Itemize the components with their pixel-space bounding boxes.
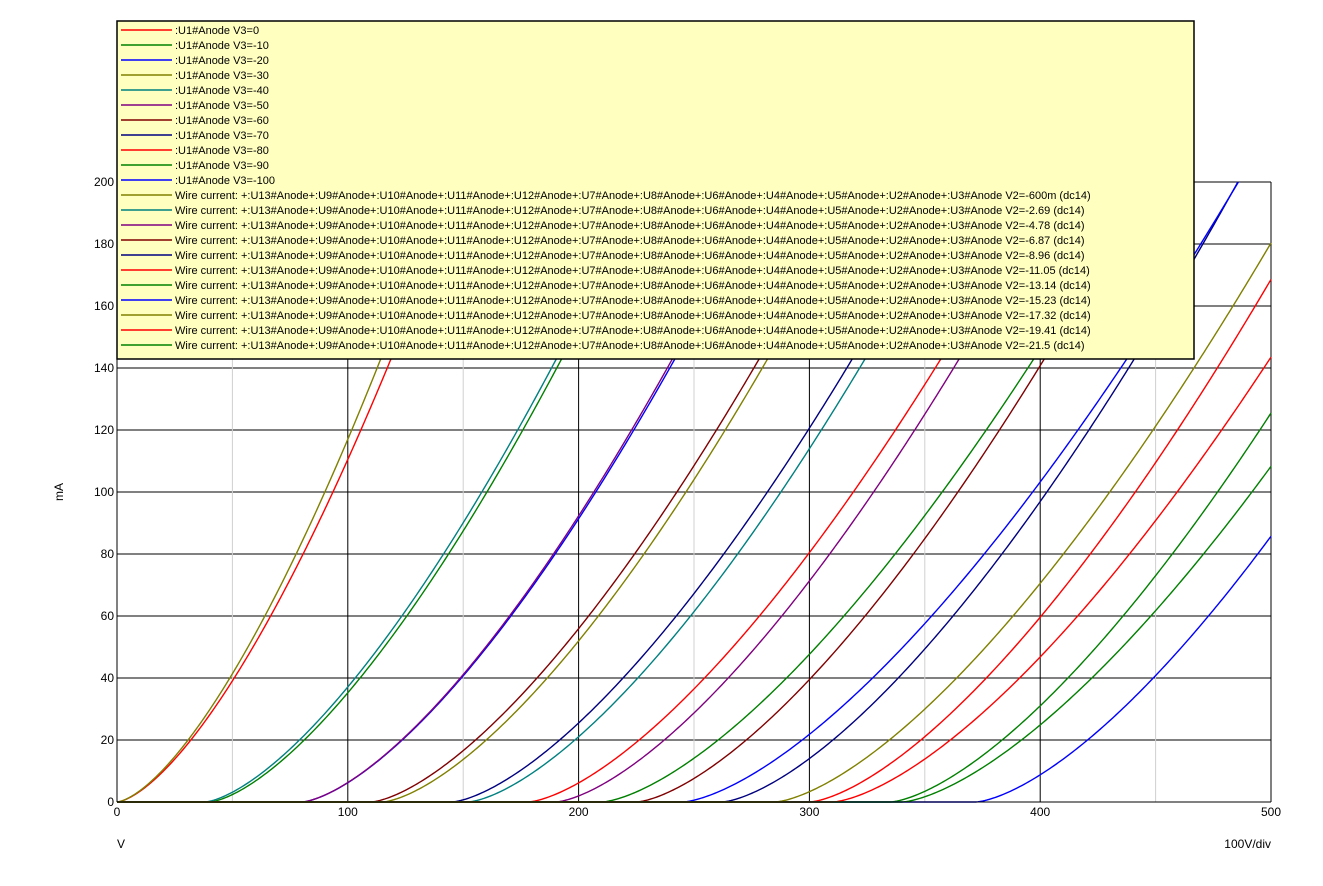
x-axis-label: V [117, 837, 125, 851]
legend-entry-13: Wire current: +:U13#Anode+:U9#Anode+:U10… [175, 220, 1085, 232]
legend-entry-12: Wire current: +:U13#Anode+:U9#Anode+:U10… [175, 205, 1085, 217]
legend-entry-11: Wire current: +:U13#Anode+:U9#Anode+:U10… [175, 190, 1091, 202]
legend-entry-2: :U1#Anode V3=-20 [175, 55, 269, 67]
legend-entry-18: Wire current: +:U13#Anode+:U9#Anode+:U10… [175, 295, 1091, 307]
x-tick-label-100: 100 [338, 805, 358, 819]
x-tick-label-500: 500 [1261, 805, 1281, 819]
y-axis-label: mA [52, 483, 66, 501]
legend-entry-3: :U1#Anode V3=-30 [175, 70, 269, 82]
y-tick-label-120: 120 [94, 423, 114, 437]
y-tick-label-140: 140 [94, 361, 114, 375]
y-tick-label-60: 60 [101, 609, 115, 623]
y-tick-label-20: 20 [101, 733, 115, 747]
legend-entry-0: :U1#Anode V3=0 [175, 25, 259, 37]
y-tick-label-100: 100 [94, 485, 114, 499]
x-tick-label-200: 200 [569, 805, 589, 819]
legend-entry-16: Wire current: +:U13#Anode+:U9#Anode+:U10… [175, 265, 1090, 277]
x-tick-label-300: 300 [799, 805, 819, 819]
x-tick-label-0: 0 [114, 805, 121, 819]
y-tick-label-80: 80 [101, 547, 115, 561]
y-tick-label-40: 40 [101, 671, 115, 685]
y-tick-label-0: 0 [107, 795, 114, 809]
legend-entry-19: Wire current: +:U13#Anode+:U9#Anode+:U10… [175, 310, 1091, 322]
legend-entry-5: :U1#Anode V3=-50 [175, 100, 269, 112]
legend-entry-4: :U1#Anode V3=-40 [175, 85, 269, 97]
y-tick-label-200: 200 [94, 175, 114, 189]
legend-entry-14: Wire current: +:U13#Anode+:U9#Anode+:U10… [175, 235, 1085, 247]
chart: 0 100 200 300 400 500 0 20 40 60 80 100 120 140 160 18… [0, 0, 1323, 886]
legend-entry-10: :U1#Anode V3=-100 [175, 175, 275, 187]
legend-entry-21: Wire current: +:U13#Anode+:U9#Anode+:U10… [175, 340, 1085, 352]
legend-entry-6: :U1#Anode V3=-60 [175, 115, 269, 127]
x-scale-note: 100V/div [1224, 837, 1271, 851]
y-tick-label-180: 180 [94, 237, 114, 251]
y-tick-label-160: 160 [94, 299, 114, 313]
legend-entry-20: Wire current: +:U13#Anode+:U9#Anode+:U10… [175, 325, 1091, 337]
legend-entry-9: :U1#Anode V3=-90 [175, 160, 269, 172]
legend-entry-15: Wire current: +:U13#Anode+:U9#Anode+:U10… [175, 250, 1085, 262]
legend-entry-17: Wire current: +:U13#Anode+:U9#Anode+:U10… [175, 280, 1091, 292]
legend: :U1#Anode V3=0 :U1#Anode V3=-10 :U1#Anode … [116, 20, 1195, 360]
legend-entry-7: :U1#Anode V3=-70 [175, 130, 269, 142]
legend-entry-1: :U1#Anode V3=-10 [175, 40, 269, 52]
x-tick-label-400: 400 [1030, 805, 1050, 819]
legend-entry-8: :U1#Anode V3=-80 [175, 145, 269, 157]
